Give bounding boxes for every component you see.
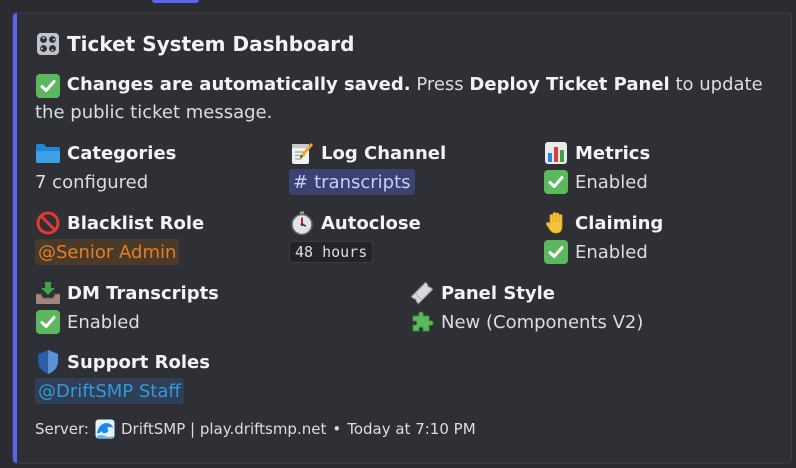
embed-footer: Server: DriftSMP | play.driftsmp.net • T… [35, 417, 476, 441]
ticket-icon [409, 280, 435, 306]
field-blacklist-role: Blacklist Role @Senior Admin [35, 209, 204, 267]
desc-bold-deploy: Deploy Ticket Panel [469, 74, 670, 95]
prohibited-icon [35, 210, 61, 236]
field-log-channel-name: Log Channel [321, 142, 447, 164]
field-autoclose-name: Autoclose [321, 212, 421, 234]
field-claiming-value: Enabled [575, 241, 648, 263]
field-panel-style: Panel Style New (Components V2) [409, 279, 643, 337]
check-icon [543, 169, 569, 195]
footer-prefix: Server: [35, 420, 89, 438]
wave-icon [95, 419, 115, 439]
field-metrics-value: Enabled [575, 171, 648, 193]
role-mention-driftsmp-staff[interactable]: @DriftSMP Staff [35, 378, 184, 404]
desc-text-press: Press [410, 74, 470, 95]
field-log-channel: Log Channel # transcripts [289, 139, 446, 197]
field-categories-name: Categories [67, 142, 177, 164]
shield-icon [35, 349, 61, 375]
field-log-channel-value: transcripts [314, 171, 411, 193]
check-icon [35, 73, 61, 99]
embed-accent-bar [13, 13, 17, 463]
field-autoclose-value: 48 hours [289, 241, 374, 263]
desc-bold-saved: Changes are automatically saved. [66, 74, 411, 95]
footer-server: DriftSMP | play.driftsmp.net [120, 420, 327, 438]
field-claiming: Claiming Enabled [543, 209, 663, 267]
field-support-roles-name: Support Roles [67, 351, 210, 373]
active-tab-indicator [152, 0, 199, 3]
channel-mention-transcripts[interactable]: # transcripts [289, 169, 415, 195]
embed-title: Ticket System Dashboard [35, 31, 354, 57]
bar-chart-icon [543, 140, 569, 166]
field-categories-value: 7 configured [35, 171, 149, 193]
field-categories: Categories 7 configured [35, 139, 176, 197]
raised-hand-icon [543, 210, 569, 236]
field-metrics: Metrics Enabled [543, 139, 650, 197]
field-metrics-name: Metrics [575, 142, 651, 164]
stopwatch-icon [289, 210, 315, 236]
role-mention-senior-admin[interactable]: @Senior Admin [35, 239, 180, 265]
field-dm-transcripts-value: Enabled [67, 311, 140, 333]
inbox-tray-icon [35, 280, 61, 306]
embed-card: Ticket System Dashboard Changes are auto… [12, 12, 792, 464]
hash-icon: # [293, 171, 309, 193]
control-knobs-icon [35, 31, 61, 57]
embed-description: Changes are automatically saved. Press D… [35, 71, 775, 127]
footer-timestamp: Today at 7:10 PM [347, 420, 476, 438]
field-claiming-name: Claiming [575, 212, 664, 234]
field-dm-transcripts-name: DM Transcripts [67, 282, 219, 304]
field-autoclose: Autoclose 48 hours [289, 209, 421, 267]
check-icon [543, 239, 569, 265]
embed-title-text: Ticket System Dashboard [67, 32, 355, 56]
field-panel-style-value: New (Components V2) [441, 311, 644, 333]
memo-icon [289, 140, 315, 166]
puzzle-icon [409, 309, 435, 335]
field-support-roles: Support Roles @DriftSMP Staff [35, 348, 210, 406]
field-panel-style-name: Panel Style [441, 282, 555, 304]
folder-icon [35, 140, 61, 166]
field-blacklist-role-name: Blacklist Role [67, 212, 205, 234]
check-icon [35, 309, 61, 335]
top-bar [0, 0, 796, 4]
field-dm-transcripts: DM Transcripts Enabled [35, 279, 219, 337]
footer-separator: • [332, 420, 342, 438]
